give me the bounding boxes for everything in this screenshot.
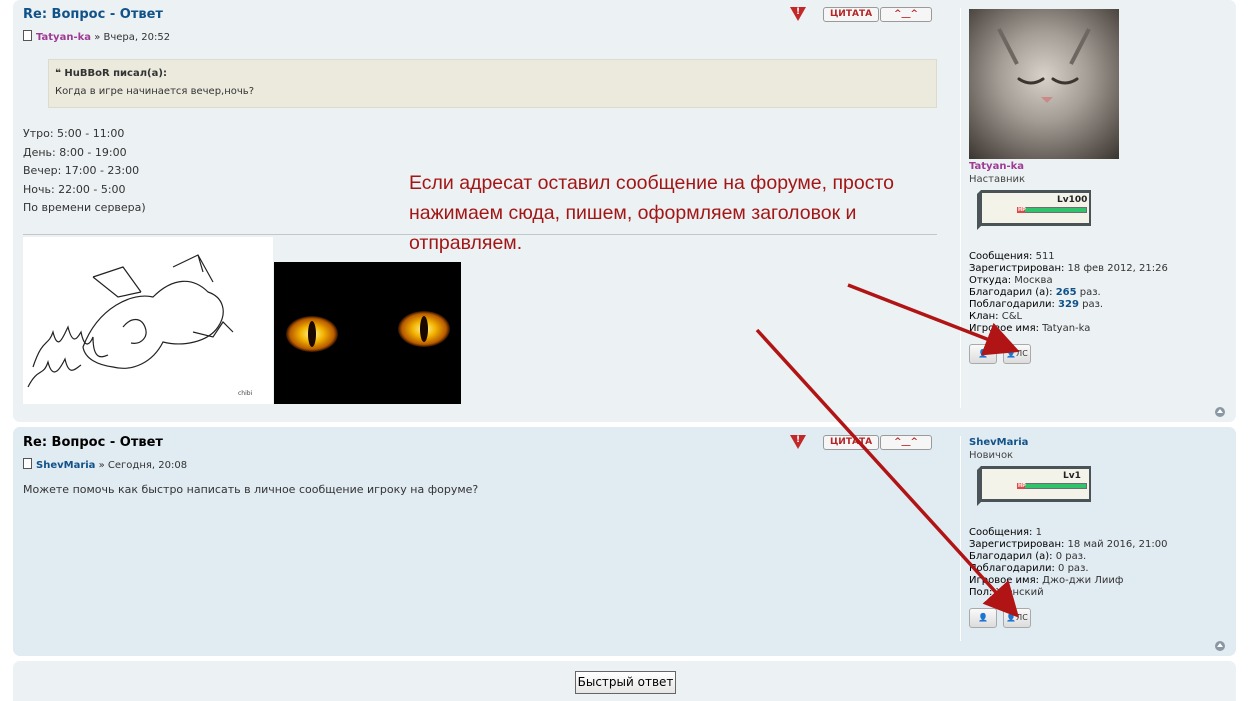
quote-button[interactable]: ЦИТАТА — [823, 435, 879, 450]
quote-text: Когда в игре начинается вечер,ночь? — [55, 86, 255, 97]
pm-button[interactable]: 👤ЛС — [1003, 608, 1031, 628]
user-icon: 👤 — [978, 349, 988, 358]
post-author-link[interactable]: ShevMaria — [36, 460, 95, 471]
thanks-received-link[interactable]: 329 — [1058, 299, 1079, 310]
quote-block: ❝ HuBBoR писал(а): Когда в игре начинает… — [48, 59, 937, 108]
profile-username[interactable]: ShevMaria — [969, 437, 1028, 448]
post-meta: ShevMaria » Сегодня, 20:08 — [23, 458, 187, 471]
report-icon[interactable]: ! — [790, 435, 806, 449]
quote-mark-icon: ❝ — [55, 68, 65, 79]
post-title[interactable]: Re: Вопрос - Ответ — [23, 7, 163, 22]
level-text: Lv100 — [1057, 195, 1088, 205]
profile-username[interactable]: Tatyan-ka — [969, 161, 1024, 172]
signature-eyes-image — [274, 262, 461, 404]
user-icon: 👤 — [1006, 613, 1017, 622]
profile-button[interactable]: 👤 — [969, 344, 997, 364]
quote-cite: ❝ HuBBoR писал(а): — [55, 68, 167, 79]
quick-reply-button[interactable]: Быстрый ответ — [575, 671, 676, 694]
post-body: Утро: 5:00 - 11:00 День: 8:00 - 19:00 Ве… — [23, 127, 146, 214]
hp-label: HP — [1018, 483, 1026, 489]
level-badge: Lv1 HP — [973, 466, 1091, 506]
user-icon: 👤 — [1006, 349, 1017, 358]
thanks-given-link[interactable]: 265 — [1056, 287, 1077, 298]
post-date: » Вчера, 20:52 — [94, 32, 171, 43]
profile-rank: Новичок — [969, 450, 1014, 461]
profile-separator — [960, 436, 961, 641]
post-meta: Tatyan-ka » Вчера, 20:52 — [23, 30, 170, 43]
pm-button[interactable]: 👤ЛС — [1003, 344, 1031, 364]
hp-label: HP — [1018, 207, 1026, 213]
user-icon: 👤 — [978, 613, 988, 622]
profile-details: Сообщения: 1 Зарегистрирован: 18 май 201… — [969, 527, 1168, 598]
profile-separator — [960, 8, 961, 408]
level-text: Lv1 — [1063, 471, 1081, 481]
thanks-button[interactable]: ^__^ — [880, 7, 932, 22]
profile-button[interactable]: 👤 — [969, 608, 997, 628]
svg-text:chibi: chibi — [238, 390, 253, 397]
avatar — [969, 9, 1119, 159]
profile-rank: Наставник — [969, 174, 1026, 185]
thanks-button[interactable]: ^__^ — [880, 435, 932, 450]
post-title[interactable]: Re: Вопрос - Ответ — [23, 435, 163, 450]
annotation-text: Если адресат оставил сообщение на форуме… — [409, 172, 894, 254]
signature-dragon-image: chibi — [23, 237, 273, 404]
post-body: Можете помочь как быстро написать в личн… — [23, 483, 479, 496]
post-author-link[interactable]: Tatyan-ka — [36, 32, 91, 43]
quote-button[interactable]: ЦИТАТА — [823, 7, 879, 22]
back-to-top-icon[interactable] — [1215, 641, 1225, 651]
level-badge: Lv100 HP — [973, 190, 1091, 230]
post-date: » Сегодня, 20:08 — [98, 460, 188, 471]
post-link-icon[interactable] — [23, 30, 32, 41]
profile-details: Сообщения: 511 Зарегистрирован: 18 фев 2… — [969, 251, 1168, 334]
report-icon[interactable]: ! — [790, 7, 806, 21]
post-link-icon[interactable] — [23, 458, 32, 469]
back-to-top-icon[interactable] — [1215, 407, 1225, 417]
